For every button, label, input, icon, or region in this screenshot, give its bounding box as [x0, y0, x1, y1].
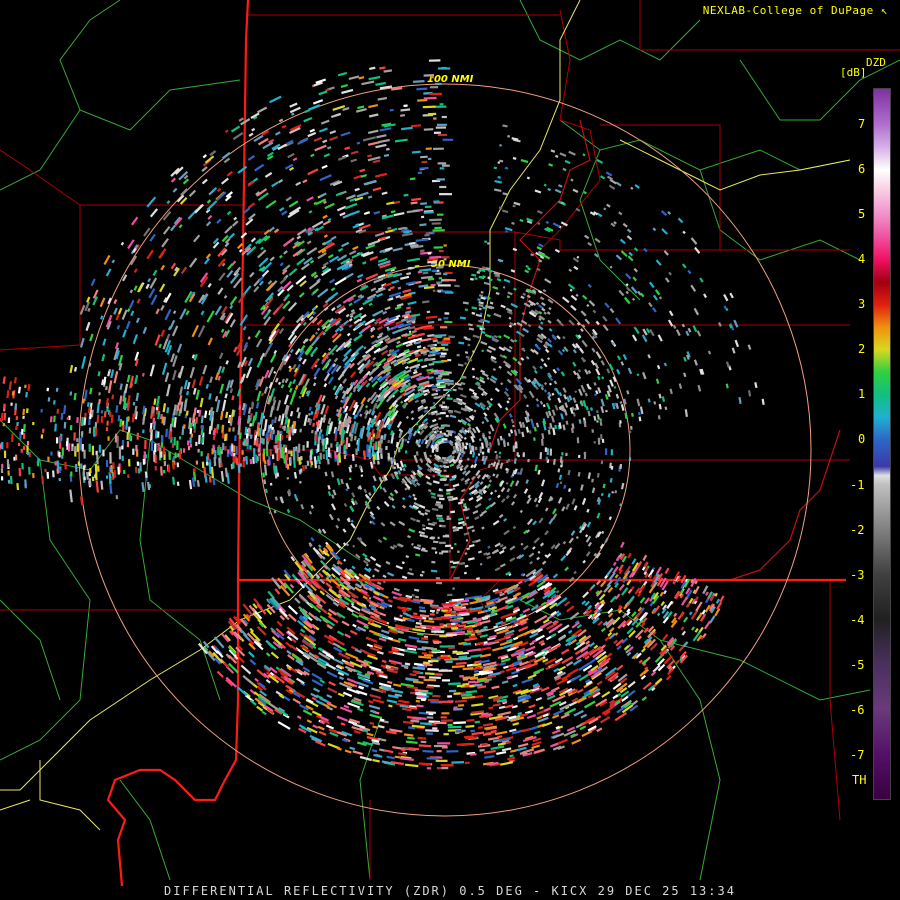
- colorbar-tick: -4: [850, 612, 865, 627]
- radar-map: 50 NMI 100 NMI: [0, 0, 900, 900]
- product-title: DIFFERENTIAL REFLECTIVITY (ZDR) 0.5 DEG …: [164, 884, 736, 898]
- colorbar-tick: -7: [850, 747, 865, 762]
- cursor-icon: ↖: [880, 4, 888, 17]
- colorbar-tick: 2: [858, 342, 866, 357]
- colorbar-tick: -3: [850, 567, 865, 582]
- colorbar-tick: 5: [858, 207, 866, 222]
- colorbar: DZD [dB] 7 6 5 4 3 2 1 0 -1 -2 -3 -4 -5 -6 -7 TH: [840, 56, 900, 816]
- product-unit: [dB]: [840, 66, 867, 79]
- colorbar-th-label: TH: [852, 773, 867, 787]
- colorbar-tick: -2: [850, 522, 865, 537]
- colorbar-tick: 1: [858, 387, 866, 402]
- product-name: DZD: [866, 56, 886, 69]
- colorbar-tick: 6: [858, 162, 866, 177]
- colorbar-tick: -1: [850, 477, 865, 492]
- colorbar-tick: 7: [858, 117, 866, 132]
- colorbar-gradient: [873, 88, 891, 800]
- colorbar-tick: 4: [858, 252, 866, 267]
- colorbar-tick: -6: [850, 702, 865, 717]
- credit-text: NEXLAB-College of DuPage: [702, 4, 874, 17]
- colorbar-tick: 3: [858, 297, 866, 312]
- colorbar-tick: -5: [850, 657, 865, 672]
- colorbar-tick: 0: [858, 432, 866, 447]
- credit-label: NEXLAB-College of DuPage ↖: [703, 4, 888, 17]
